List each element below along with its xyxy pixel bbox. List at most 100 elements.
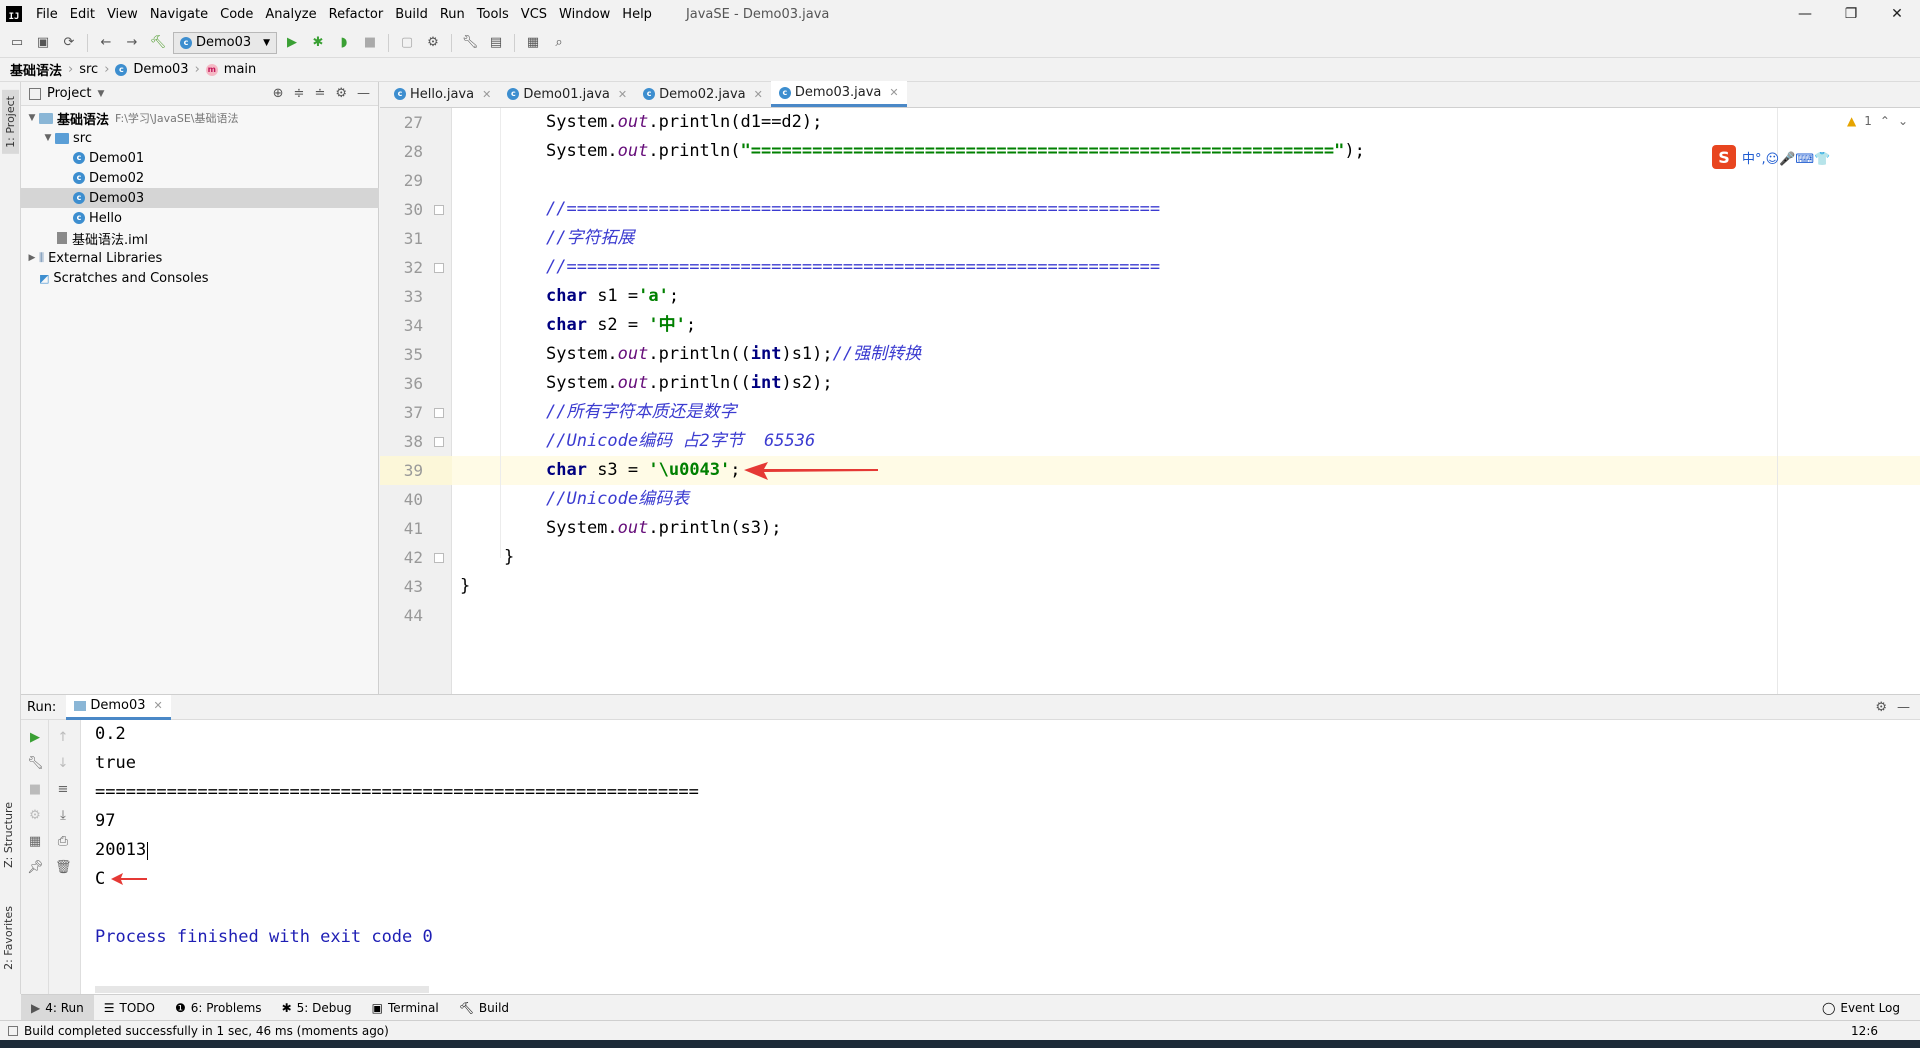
tree-item-iml[interactable]: 基础语法.iml <box>21 228 379 248</box>
wrench-icon[interactable]: 🔧︎ <box>459 32 481 54</box>
chevron-up-icon[interactable]: ⌃ <box>1880 114 1890 128</box>
fold-marker-icon[interactable] <box>434 408 444 418</box>
menu-view[interactable]: View <box>101 7 144 22</box>
tool-tab-terminal[interactable]: ▣ Terminal <box>362 995 449 1021</box>
print-icon[interactable]: ⎙ <box>55 834 71 850</box>
menu-tools[interactable]: Tools <box>471 7 515 22</box>
tab-demo01-java[interactable]: c Demo01.java ✕ <box>499 81 635 107</box>
breadcrumb-src[interactable]: src <box>79 62 98 77</box>
chevron-right-icon[interactable]: ▶ <box>25 253 39 263</box>
save-icon[interactable]: ▣ <box>32 32 54 54</box>
menu-navigate[interactable]: Navigate <box>144 7 214 22</box>
tab-demo03-java[interactable]: c Demo03.java ✕ <box>770 81 907 107</box>
menu-file[interactable]: File <box>30 7 64 22</box>
hide-icon[interactable]: — <box>1897 700 1910 715</box>
minimize-button[interactable]: — <box>1782 0 1828 28</box>
tree-item-external-libraries[interactable]: ▶ ⫼ External Libraries <box>21 248 379 268</box>
tab-structure[interactable]: Z: Structure <box>2 802 15 868</box>
breadcrumb-method[interactable]: main <box>224 62 256 77</box>
tree-item-demo01[interactable]: c Demo01 <box>21 148 379 168</box>
close-icon[interactable]: ✕ <box>618 88 627 101</box>
chevron-down-icon[interactable]: ▼ <box>97 89 104 99</box>
menu-run[interactable]: Run <box>434 7 471 22</box>
run-icon[interactable]: ▶ <box>281 32 303 54</box>
code-editor[interactable]: System.out.println(d1==d2); System.out.p… <box>452 108 1920 694</box>
scroll-to-end-icon[interactable]: ⤓ <box>55 808 71 824</box>
locate-icon[interactable]: ⊕ <box>273 86 284 101</box>
back-arrow-icon[interactable]: ← <box>95 32 117 54</box>
run-config-select[interactable]: c Demo03 ▼ <box>173 31 277 54</box>
structure-icon[interactable]: ⚙ <box>422 32 444 54</box>
menu-help[interactable]: Help <box>616 7 658 22</box>
menu-vcs[interactable]: VCS <box>515 7 553 22</box>
close-button[interactable]: ✕ <box>1874 0 1920 28</box>
tool-tab-problems[interactable]: ❶ 6: Problems <box>165 995 272 1021</box>
editor-gutter[interactable]: 27 28 29 30 31 32 33 34 35 36 37 38 39 4… <box>380 108 452 694</box>
breadcrumb-class[interactable]: Demo03 <box>133 62 188 77</box>
fold-marker-icon[interactable] <box>434 437 444 447</box>
menu-analyze[interactable]: Analyze <box>259 7 322 22</box>
menu-code[interactable]: Code <box>214 7 259 22</box>
tab-hello-java[interactable]: c Hello.java ✕ <box>386 81 499 107</box>
tree-item-root[interactable]: ▼ 基础语法 F:\学习\JavaSE\基础语法 <box>21 108 379 128</box>
fold-marker-icon[interactable] <box>434 263 444 273</box>
console-output[interactable]: 0.2 true ===============================… <box>81 720 1920 994</box>
project-view-select[interactable]: Project <box>47 86 91 101</box>
stop-icon[interactable]: ■ <box>359 32 381 54</box>
arrow-down-icon[interactable]: ↓ <box>55 756 71 772</box>
close-icon[interactable]: ✕ <box>482 88 491 101</box>
debug-icon[interactable]: ✱ <box>307 32 329 54</box>
close-icon[interactable]: ✕ <box>754 88 763 101</box>
search-icon[interactable]: ⌕ <box>548 32 570 54</box>
restore-layout-icon[interactable]: ▦ <box>27 834 43 850</box>
maximize-button[interactable]: ❐ <box>1828 0 1874 28</box>
tree-item-scratches[interactable]: ◩ Scratches and Consoles <box>21 268 379 288</box>
status-message[interactable]: Build completed successfully in 1 sec, 4… <box>24 1024 389 1038</box>
pin-icon[interactable]: 📌︎ <box>27 860 44 876</box>
caret-position[interactable]: 12:6 <box>1851 1024 1920 1038</box>
tool-tab-run[interactable]: ▶ 4: Run <box>21 994 94 1021</box>
menu-build[interactable]: Build <box>389 7 434 22</box>
ime-toolbar[interactable]: S 中°,☺🎤⌨👕 <box>1712 144 1920 170</box>
trash-icon[interactable]: 🗑︎ <box>55 860 72 876</box>
tree-item-demo03[interactable]: c Demo03 <box>21 188 379 208</box>
sync-icon[interactable]: ⟳ <box>58 32 80 54</box>
coverage-icon[interactable]: ◗ <box>333 32 355 54</box>
project-structure-icon[interactable]: ▤ <box>485 32 507 54</box>
tool-tab-build[interactable]: 🔨︎ Build <box>449 995 519 1021</box>
gear-icon[interactable]: ⚙ <box>335 86 347 101</box>
tool-tab-todo[interactable]: ☰ TODO <box>94 995 165 1021</box>
tree-item-demo02[interactable]: c Demo02 <box>21 168 379 188</box>
soft-wrap-icon[interactable]: ≡ <box>55 782 71 798</box>
status-panel-icon[interactable] <box>8 1025 18 1036</box>
breadcrumb-project[interactable]: 基础语法 <box>10 60 62 79</box>
tool-tab-event-log[interactable]: ◯ Event Log <box>1822 1001 1920 1015</box>
open-folder-icon[interactable]: ▭ <box>6 32 28 54</box>
tool-tab-debug[interactable]: ✱ 5: Debug <box>272 995 362 1021</box>
tree-item-src[interactable]: ▼ src <box>21 128 379 148</box>
attach-icon[interactable]: ▢ <box>396 32 418 54</box>
stop-icon[interactable]: ■ <box>27 782 43 798</box>
close-icon[interactable]: ✕ <box>889 86 898 99</box>
wrench-icon[interactable]: 🔧︎ <box>27 756 44 772</box>
fold-marker-icon[interactable] <box>434 553 444 563</box>
tab-project[interactable]: 1: Project <box>2 90 19 154</box>
chevron-down-icon[interactable]: ▼ <box>41 133 55 143</box>
rerun-icon[interactable]: ▶ <box>27 730 43 746</box>
inspection-widget[interactable]: ▲ 1 ⌃ ⌄ <box>1847 114 1908 128</box>
build-hammer-icon[interactable]: 🔨︎ <box>147 32 169 54</box>
chevron-down-icon[interactable]: ▼ <box>25 113 39 123</box>
run-tab-demo03[interactable]: Demo03 ✕ <box>66 694 171 720</box>
fold-marker-icon[interactable] <box>434 205 444 215</box>
terminal-icon[interactable]: ▦ <box>522 32 544 54</box>
horizontal-scrollbar[interactable] <box>95 986 429 993</box>
chevron-down-icon[interactable]: ⌄ <box>1898 114 1908 128</box>
tab-demo02-java[interactable]: c Demo02.java ✕ <box>635 81 771 107</box>
tab-favorites[interactable]: 2: Favorites <box>2 906 15 970</box>
hide-icon[interactable]: — <box>357 86 370 101</box>
tree-item-hello[interactable]: c Hello <box>21 208 379 228</box>
dump-threads-icon[interactable]: ⚙ <box>27 808 43 824</box>
menu-window[interactable]: Window <box>553 7 616 22</box>
expand-all-icon[interactable]: ≑ <box>294 86 305 101</box>
collapse-all-icon[interactable]: ≐ <box>314 86 325 101</box>
